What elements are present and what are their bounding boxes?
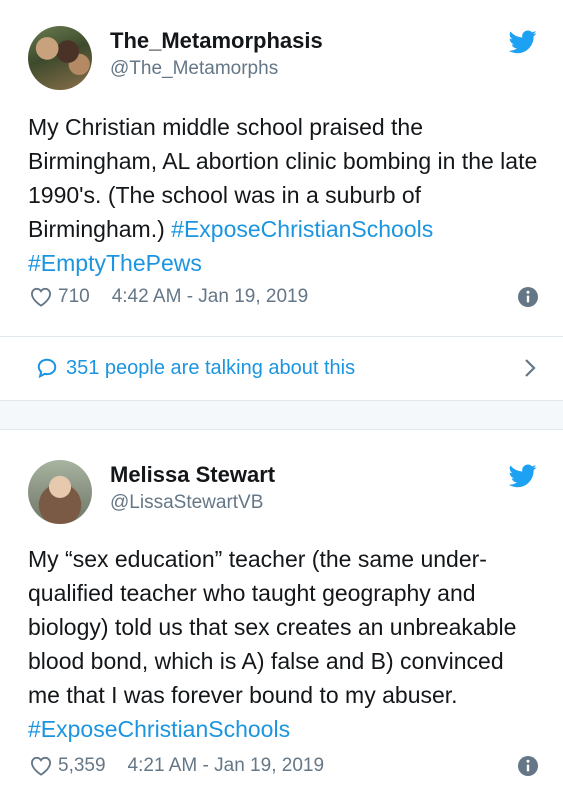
info-icon[interactable] xyxy=(517,286,539,308)
avatar[interactable] xyxy=(28,26,92,90)
avatar[interactable] xyxy=(28,460,92,524)
heart-icon[interactable] xyxy=(30,756,52,776)
twitter-bird-icon[interactable] xyxy=(509,464,537,488)
info-icon[interactable] xyxy=(517,755,539,777)
hashtag-link[interactable]: #ExposeChristianSchools xyxy=(171,216,433,242)
heart-icon[interactable] xyxy=(30,287,52,307)
tweet-body: My “sex education” teacher (the same und… xyxy=(28,546,517,708)
tweet-meta: 5,359 4:21 AM - Jan 19, 2019 xyxy=(30,755,539,777)
timestamp[interactable]: 4:21 AM - Jan 19, 2019 xyxy=(128,755,324,777)
author-name[interactable]: Melissa Stewart xyxy=(110,462,275,488)
tweet-meta: 710 4:42 AM - Jan 19, 2019 xyxy=(30,286,539,308)
divider xyxy=(0,336,563,337)
author-handle[interactable]: @The_Metamorphs xyxy=(110,58,278,80)
tweet-card: The_Metamorphasis @The_Metamorphs My Chr… xyxy=(0,0,563,400)
conversation-link[interactable]: 351 people are talking about this xyxy=(36,350,537,386)
like-count: 710 xyxy=(58,286,90,307)
author-handle[interactable]: @LissaStewartVB xyxy=(110,492,263,514)
chevron-right-icon[interactable] xyxy=(523,358,537,378)
speech-bubble-icon xyxy=(37,358,57,379)
author-name[interactable]: The_Metamorphasis xyxy=(110,28,323,54)
hashtag-link[interactable]: #EmptyThePews xyxy=(28,250,202,276)
timestamp[interactable]: 4:42 AM - Jan 19, 2019 xyxy=(112,286,308,308)
tweet-card: Melissa Stewart @LissaStewartVB My “sex … xyxy=(0,430,563,800)
tweet-separator xyxy=(0,400,563,430)
twitter-bird-icon[interactable] xyxy=(509,30,537,54)
tweet-text: My Christian middle school praised the B… xyxy=(28,110,538,280)
hashtag-link[interactable]: #ExposeChristianSchools xyxy=(28,716,290,742)
tweet-text: My “sex education” teacher (the same und… xyxy=(28,542,538,746)
conversation-text[interactable]: 351 people are talking about this xyxy=(66,357,355,380)
like-count: 5,359 xyxy=(58,755,106,776)
